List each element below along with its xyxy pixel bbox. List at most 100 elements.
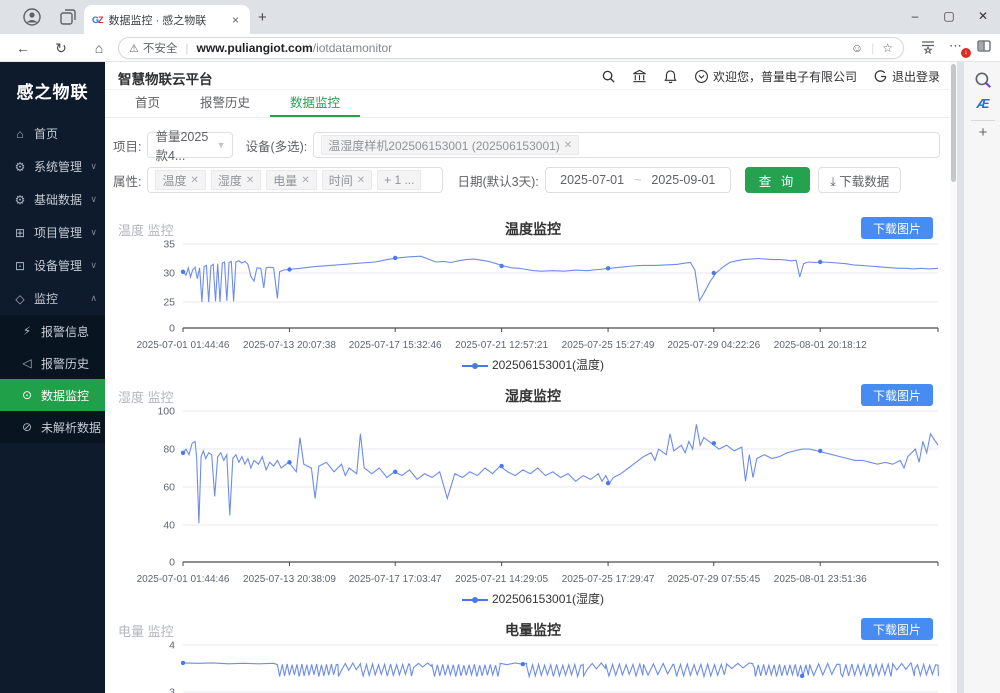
download-image-button[interactable]: 下载图片 <box>861 217 933 239</box>
sidebar-item-1[interactable]: ⚙系统管理∨ <box>0 150 105 183</box>
browser-home-button[interactable]: ⌂ <box>88 37 110 59</box>
split-screen-icon[interactable] <box>976 38 992 57</box>
svg-text:100: 100 <box>157 407 175 418</box>
tab-首页[interactable]: 首页 <box>115 90 180 117</box>
update-badge: ↓ <box>961 48 971 58</box>
address-bar[interactable]: ⚠ 不安全 | www.puliangiot.com /iotdatamonit… <box>118 37 904 59</box>
svg-text:80: 80 <box>163 444 175 456</box>
chart-canvas-1[interactable]: 100 80 60 40 0 <box>113 407 950 574</box>
project-select[interactable]: 普量2025款4...▼ <box>147 132 233 158</box>
browser-toolbar: ← ↻ ⌂ ⚠ 不安全 | www.puliangiot.com /iotdat… <box>0 34 1000 62</box>
rail-search-icon[interactable] <box>973 70 993 90</box>
bolt-icon: ⚡ <box>20 324 34 338</box>
sidebar-item-label: 数据监控 <box>41 387 89 404</box>
organization-icon[interactable] <box>632 69 647 84</box>
svg-text:60: 60 <box>163 481 175 493</box>
chart-title: 湿度监控 <box>113 386 950 406</box>
tab-close-icon[interactable]: × <box>229 13 242 27</box>
x-tick-label: 2025-08-01 20:18:12 <box>774 340 867 351</box>
chart-title: 温度监控 <box>113 219 950 239</box>
site-favicon: GZ <box>92 15 103 25</box>
svg-text:25: 25 <box>163 296 175 308</box>
x-tick-label: 2025-07-01 01:44:46 <box>137 574 230 585</box>
x-tick-label: 2025-07-01 01:44:46 <box>137 340 230 351</box>
remove-tag-icon[interactable]: ✕ <box>191 175 199 186</box>
chart-legend[interactable]: 202506153001(温度) <box>113 356 950 373</box>
welcome-user[interactable]: 欢迎您，普量电子有限公司 <box>694 68 857 85</box>
chart-canvas-0[interactable]: 3530250 <box>113 240 950 340</box>
sidebar-item-2[interactable]: ⚙基础数据∨ <box>0 183 105 216</box>
svg-text:4: 4 <box>169 641 175 652</box>
window-maximize-button[interactable]: ▢ <box>932 0 966 32</box>
x-tick-label: 2025-07-25 15:27:49 <box>562 340 655 351</box>
attribute-more-tag[interactable]: + 1 ... <box>377 170 421 190</box>
x-tick-label: 2025-08-01 23:51:36 <box>774 574 867 585</box>
sidebar-menu: ⌂首页⚙系统管理∨⚙基础数据∨⊞项目管理∨⊡设备管理∨◇监控∧⚡报警信息◁报警历… <box>0 117 105 443</box>
new-tab-button[interactable]: + <box>258 9 267 26</box>
browser-tabstrip: GZ 数据监控 · 感之物联 × + – ▢ ✕ <box>0 0 1000 34</box>
x-tick-label: 2025-07-21 12:57:21 <box>455 340 548 351</box>
x-axis-labels: 2025-07-01 01:44:46 2025-07-13 20:07:38 20… <box>113 340 950 353</box>
query-button[interactable]: 查 询 <box>745 167 810 193</box>
attribute-tag: 湿度✕ <box>211 170 261 190</box>
x-tick-label: 2025-07-29 07:55:45 <box>667 574 760 585</box>
svg-text:40: 40 <box>163 520 175 532</box>
remove-tag-icon[interactable]: ✕ <box>564 140 572 151</box>
app-main: 智慧物联云平台 欢迎您 <box>105 62 950 693</box>
sidebar-item-label: 监控 <box>34 290 58 307</box>
sidebar-item-4[interactable]: ⊡设备管理∨ <box>0 249 105 282</box>
rail-add-icon[interactable]: + <box>973 124 993 144</box>
download-image-button[interactable]: 下载图片 <box>861 384 933 406</box>
attribute-multiselect[interactable]: 温度✕湿度✕电量✕时间✕+ 1 ... <box>147 167 443 193</box>
window-minimize-button[interactable]: – <box>898 0 932 32</box>
legend-line-icon <box>462 595 488 605</box>
logout-button[interactable]: 退出登录 <box>873 68 940 85</box>
favorite-star-icon[interactable]: ☆ <box>882 41 893 55</box>
remove-tag-icon[interactable]: ✕ <box>301 175 309 186</box>
logout-icon <box>873 69 888 84</box>
back-button[interactable]: ← <box>12 37 34 59</box>
refresh-button[interactable]: ↻ <box>50 37 72 59</box>
svg-text:3: 3 <box>169 686 175 693</box>
svg-text:0: 0 <box>169 323 175 335</box>
settings-more-icon[interactable]: ⋯↓ <box>949 38 962 54</box>
notification-bell-icon[interactable] <box>663 69 678 84</box>
collections-icon[interactable] <box>920 38 936 57</box>
app-header: 智慧物联云平台 欢迎您 <box>105 62 950 90</box>
sidebar-item-0[interactable]: ⌂首页 <box>0 117 105 150</box>
date-range-picker[interactable]: 2025-07-01~2025-09-01 <box>545 167 731 193</box>
download-data-button[interactable]: ⤓ 下载数据 <box>818 167 901 193</box>
chart-canvas-2[interactable]: 43 <box>113 641 950 693</box>
x-tick-label: 2025-07-13 20:07:38 <box>243 340 336 351</box>
search-icon[interactable] <box>601 69 616 84</box>
date-label: 日期(默认3天): <box>457 171 538 190</box>
device-icon: ⊡ <box>13 259 27 273</box>
tab-数据监控[interactable]: 数据监控 <box>270 90 360 117</box>
attribute-label: 属性: <box>113 171 141 190</box>
sidebar-item-5[interactable]: ◇监控∧ <box>0 282 105 315</box>
device-multiselect[interactable]: 温湿度样机202506153001 (202506153001)✕ <box>313 132 940 158</box>
workspaces-icon[interactable] <box>58 7 78 27</box>
browser-window: GZ 数据监控 · 感之物联 × + – ▢ ✕ ← ↻ ⌂ ⚠ 不安全 | w… <box>0 0 1000 693</box>
chart-legend[interactable]: 202506153001(湿度) <box>113 590 950 607</box>
page-scrollbar[interactable] <box>950 62 957 693</box>
sidebar-item-sub-3[interactable]: ⊘未解析数据 <box>0 411 105 443</box>
browser-tab[interactable]: GZ 数据监控 · 感之物联 × <box>84 5 250 34</box>
speaker-icon: ◁ <box>20 356 34 370</box>
remove-tag-icon[interactable]: ✕ <box>246 175 254 186</box>
sidebar-item-3[interactable]: ⊞项目管理∨ <box>0 216 105 249</box>
scrollbar-thumb[interactable] <box>951 64 956 182</box>
remove-tag-icon[interactable]: ✕ <box>357 175 365 186</box>
sidebar-item-sub-1[interactable]: ◁报警历史 <box>0 347 105 379</box>
sidebar-item-sub-0[interactable]: ⚡报警信息 <box>0 315 105 347</box>
device-tag: 温湿度样机202506153001 (202506153001)✕ <box>321 135 579 155</box>
profile-icon[interactable] <box>22 7 42 27</box>
sidebar-item-sub-2[interactable]: ⊙数据监控 <box>0 379 105 411</box>
attribute-tag: 时间✕ <box>322 170 372 190</box>
download-image-button[interactable]: 下载图片 <box>861 618 933 640</box>
feedback-icon[interactable]: ☺ <box>851 41 863 55</box>
window-close-button[interactable]: ✕ <box>966 0 1000 32</box>
svg-text:0: 0 <box>169 557 175 569</box>
tab-报警历史[interactable]: 报警历史 <box>180 90 270 117</box>
rail-tool-icon[interactable]: Æ <box>973 96 993 116</box>
